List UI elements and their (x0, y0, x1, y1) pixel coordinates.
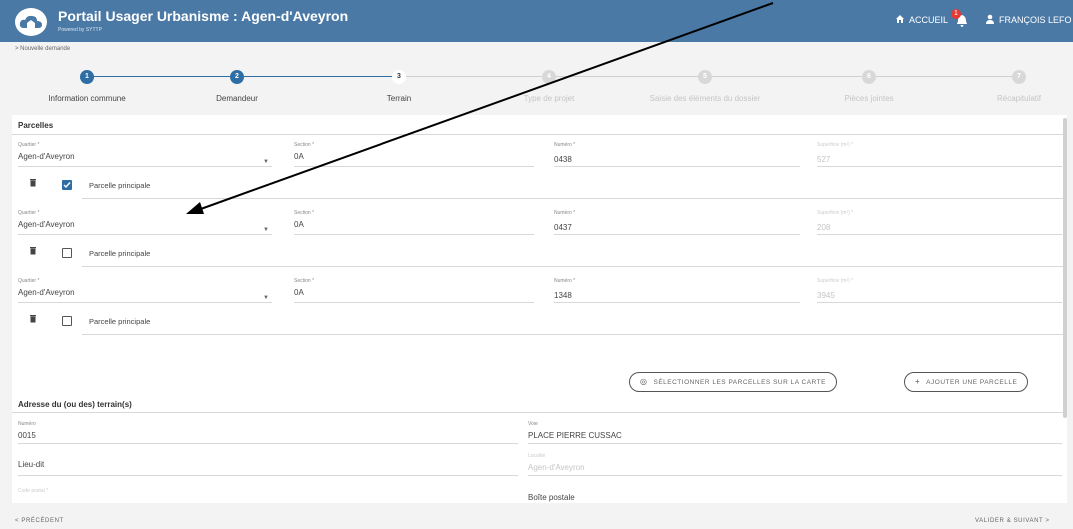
validate-next-button[interactable]: VALIDER & SUIVANT > (975, 518, 1050, 524)
previous-button[interactable]: < PRÉCÉDENT (15, 518, 64, 524)
annotation-arrow (186, 2, 774, 214)
